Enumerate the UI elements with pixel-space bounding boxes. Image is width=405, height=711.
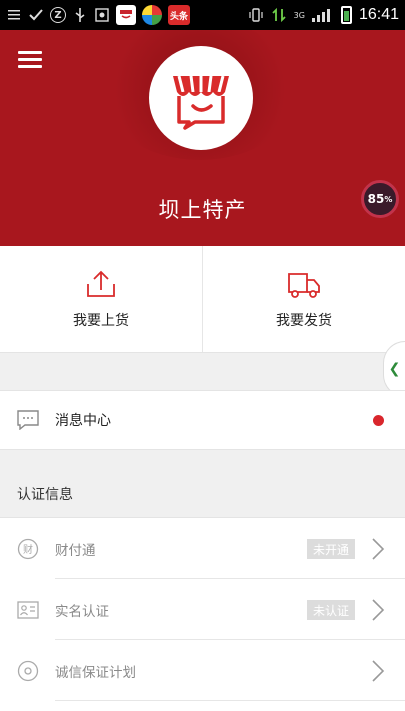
usb-icon — [72, 7, 88, 23]
cert-label: 诚信保证计划 — [55, 664, 136, 681]
store-header: 坝上特产 85% — [0, 30, 405, 246]
status-bar: Z 头条 3G 16:41 — [0, 0, 405, 30]
message-icon — [17, 409, 39, 431]
cert-row-guarantee[interactable]: 诚信保证计划 — [0, 640, 405, 701]
ship-goods-label: 我要发货 — [276, 313, 332, 329]
data-transfer-icon — [271, 7, 287, 23]
check-shield-icon — [28, 7, 44, 23]
store-name: 坝上特产 — [158, 198, 247, 222]
signal-icon — [311, 7, 334, 23]
unread-dot — [373, 415, 384, 426]
vibrate-icon — [248, 7, 264, 23]
guarantee-icon — [17, 660, 39, 682]
side-drawer-tab[interactable]: ❮ — [383, 341, 405, 397]
action-bar: 我要上货 我要发货 — [0, 246, 405, 353]
svg-text:财: 财 — [23, 543, 33, 556]
cert-row-realname[interactable]: 实名认证 未认证 — [0, 579, 405, 640]
upload-icon — [87, 270, 115, 297]
chevron-right-icon — [372, 660, 385, 682]
store-logo[interactable] — [149, 46, 253, 150]
status-badge: 未开通 — [306, 539, 355, 559]
certification-list: 财 财付通 未开通 实名认证 未认证 诚信保证计划 — [0, 517, 405, 711]
ship-goods-button[interactable]: 我要发货 — [202, 246, 405, 352]
cert-label: 实名认证 — [55, 603, 109, 620]
network-type-label: 3G — [293, 10, 305, 20]
status-badge: 未认证 — [306, 600, 355, 620]
menu-icon[interactable] — [18, 51, 42, 69]
id-card-icon — [17, 599, 39, 621]
performance-badge[interactable]: 85% — [361, 180, 399, 218]
upload-goods-button[interactable]: 我要上货 — [0, 246, 202, 352]
cert-row-caifutong[interactable]: 财 财付通 未开通 — [0, 518, 405, 579]
certification-section-title: 认证信息 — [17, 487, 73, 503]
upload-goods-label: 我要上货 — [73, 313, 129, 329]
cert-label: 财付通 — [55, 542, 96, 559]
notification-list-icon — [6, 7, 22, 23]
chevron-left-icon: ❮ — [388, 361, 401, 377]
shop-app-icon — [116, 5, 136, 25]
browser-app-icon — [142, 5, 162, 25]
battery-icon — [340, 6, 352, 24]
message-center-row[interactable]: 消息中心 — [0, 390, 405, 450]
status-time: 16:41 — [358, 6, 399, 23]
z-app-icon: Z — [50, 7, 66, 23]
screenshot-icon — [94, 7, 110, 23]
truck-icon — [288, 273, 320, 298]
toutiao-app-icon: 头条 — [168, 5, 190, 25]
message-center-label: 消息中心 — [55, 413, 111, 429]
storefront-icon — [173, 75, 229, 130]
caifutong-icon: 财 — [17, 538, 39, 560]
chevron-right-icon — [372, 599, 385, 621]
chevron-right-icon — [372, 538, 385, 560]
